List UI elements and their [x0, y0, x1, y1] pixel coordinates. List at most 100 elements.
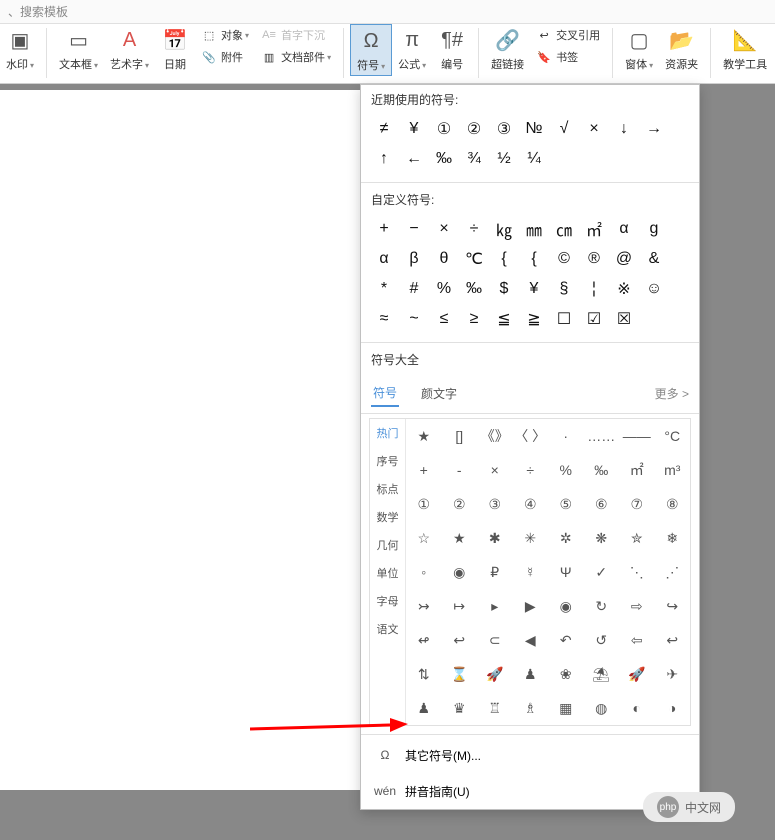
- grid-cell[interactable]: ⇨: [619, 589, 655, 623]
- resource-button[interactable]: 📂 资源夹: [659, 24, 704, 74]
- grid-cell[interactable]: ☆: [406, 521, 442, 555]
- dropcap-button[interactable]: A≡ 首字下沉: [255, 24, 337, 46]
- grid-cell[interactable]: ▸: [477, 589, 513, 623]
- grid-cell[interactable]: ♗: [513, 691, 549, 725]
- grid-cell[interactable]: ㎡: [619, 453, 655, 487]
- grid-cell[interactable]: ◉: [442, 555, 478, 589]
- symbol-cell[interactable]: ③: [489, 114, 519, 144]
- grid-cell[interactable]: ÷: [513, 453, 549, 487]
- grid-cell[interactable]: ◍: [584, 691, 620, 725]
- symbol-cell[interactable]: ≦: [489, 304, 519, 334]
- grid-cell[interactable]: ↺: [584, 623, 620, 657]
- date-button[interactable]: 📅 日期: [155, 24, 195, 74]
- grid-cell[interactable]: 〈 〉: [513, 419, 549, 453]
- grid-cell[interactable]: ↩: [655, 623, 691, 657]
- grid-cell[interactable]: ⑥: [584, 487, 620, 521]
- object-button[interactable]: ⬚ 对象▾: [195, 24, 255, 46]
- symbol-cell[interactable]: ≥: [459, 304, 489, 334]
- symbol-cell[interactable]: ×: [579, 114, 609, 144]
- category-item[interactable]: 序号: [370, 447, 405, 475]
- grid-cell[interactable]: []: [442, 419, 478, 453]
- symbol-cell[interactable]: ‰: [429, 144, 459, 174]
- symbol-cell[interactable]: §: [549, 274, 579, 304]
- symbol-cell[interactable]: {: [489, 244, 519, 274]
- grid-cell[interactable]: ……: [584, 419, 620, 453]
- grid-cell[interactable]: ◦: [406, 555, 442, 589]
- symbol-cell[interactable]: ¼: [519, 144, 549, 174]
- crossref-button[interactable]: ↩ 交叉引用: [530, 24, 606, 46]
- symbol-cell[interactable]: α: [609, 214, 639, 244]
- grid-cell[interactable]: ❋: [584, 521, 620, 555]
- symbol-cell[interactable]: ㎜: [519, 214, 549, 244]
- grid-cell[interactable]: ⇅: [406, 657, 442, 691]
- grid-cell[interactable]: ⛱: [584, 657, 620, 691]
- grid-cell[interactable]: ⑧: [655, 487, 691, 521]
- more-link[interactable]: 更多 >: [655, 385, 689, 402]
- grid-cell[interactable]: -: [442, 453, 478, 487]
- symbol-cell[interactable]: ↓: [609, 114, 639, 144]
- symbol-button[interactable]: Ω 符号▾: [350, 24, 392, 76]
- symbol-cell[interactable]: @: [609, 244, 639, 274]
- category-item[interactable]: 几何: [370, 531, 405, 559]
- grid-cell[interactable]: ◑: [655, 691, 691, 725]
- category-item[interactable]: 标点: [370, 475, 405, 503]
- symbol-cell[interactable]: ☒: [609, 304, 639, 334]
- symbol-cell[interactable]: ≤: [429, 304, 459, 334]
- symbol-cell[interactable]: ‰: [459, 274, 489, 304]
- symbol-cell[interactable]: ㎝: [549, 214, 579, 244]
- grid-cell[interactable]: ×: [477, 453, 513, 487]
- grid-cell[interactable]: ↩: [442, 623, 478, 657]
- search-hint[interactable]: 、搜索模板: [0, 0, 775, 24]
- symbol-cell[interactable]: β: [399, 244, 429, 274]
- category-item[interactable]: 数学: [370, 503, 405, 531]
- window-button[interactable]: ▢ 窗体▾: [619, 24, 659, 74]
- symbol-cell[interactable]: ※: [609, 274, 639, 304]
- grid-cell[interactable]: ——: [619, 419, 655, 453]
- grid-cell[interactable]: ↣: [406, 589, 442, 623]
- tab-symbols[interactable]: 符号: [371, 380, 399, 407]
- symbol-cell[interactable]: #: [399, 274, 429, 304]
- category-item[interactable]: 字母: [370, 587, 405, 615]
- wordart-button[interactable]: A 艺术字▾: [104, 24, 155, 74]
- grid-cell[interactable]: ⌛: [442, 657, 478, 691]
- grid-cell[interactable]: ✲: [548, 521, 584, 555]
- grid-cell[interactable]: °C: [655, 419, 691, 453]
- symbol-cell[interactable]: ≈: [369, 304, 399, 334]
- symbol-cell[interactable]: ☺: [639, 274, 669, 304]
- grid-cell[interactable]: ⋰: [655, 555, 691, 589]
- symbol-cell[interactable]: {: [519, 244, 549, 274]
- symbol-cell[interactable]: √: [549, 114, 579, 144]
- grid-cell[interactable]: ☿: [513, 555, 549, 589]
- grid-cell[interactable]: ◀: [513, 623, 549, 657]
- grid-cell[interactable]: ♖: [477, 691, 513, 725]
- numbered-button[interactable]: ¶# 编号: [432, 24, 472, 74]
- symbol-cell[interactable]: ÷: [459, 214, 489, 244]
- docparts-button[interactable]: ▥ 文档部件▾: [255, 46, 337, 68]
- grid-cell[interactable]: ⋱: [619, 555, 655, 589]
- grid-cell[interactable]: ♟: [406, 691, 442, 725]
- symbol-cell[interactable]: ①: [429, 114, 459, 144]
- textbox-button[interactable]: ▭ 文本框▾: [53, 24, 104, 74]
- grid-cell[interactable]: ↫: [406, 623, 442, 657]
- symbol-cell[interactable]: ≠: [369, 114, 399, 144]
- symbol-cell[interactable]: ↑: [369, 144, 399, 174]
- symbol-cell[interactable]: ¥: [399, 114, 429, 144]
- symbol-cell[interactable]: ℃: [459, 244, 489, 274]
- grid-cell[interactable]: ↪: [655, 589, 691, 623]
- symbol-cell[interactable]: ←: [399, 144, 429, 174]
- grid-cell[interactable]: ❄: [655, 521, 691, 555]
- symbol-cell[interactable]: ©: [549, 244, 579, 274]
- grid-cell[interactable]: ↦: [442, 589, 478, 623]
- grid-cell[interactable]: ④: [513, 487, 549, 521]
- category-item[interactable]: 热门: [370, 419, 405, 447]
- grid-cell[interactable]: ✮: [619, 521, 655, 555]
- symbol-cell[interactable]: ¥: [519, 274, 549, 304]
- symbol-cell[interactable]: −: [399, 214, 429, 244]
- grid-cell[interactable]: ❀: [548, 657, 584, 691]
- grid-cell[interactable]: ★: [406, 419, 442, 453]
- symbol-cell[interactable]: ②: [459, 114, 489, 144]
- symbol-cell[interactable]: *: [369, 274, 399, 304]
- symbol-cell[interactable]: →: [639, 114, 669, 144]
- symbol-cell[interactable]: ≧: [519, 304, 549, 334]
- grid-cell[interactable]: 🚀: [477, 657, 513, 691]
